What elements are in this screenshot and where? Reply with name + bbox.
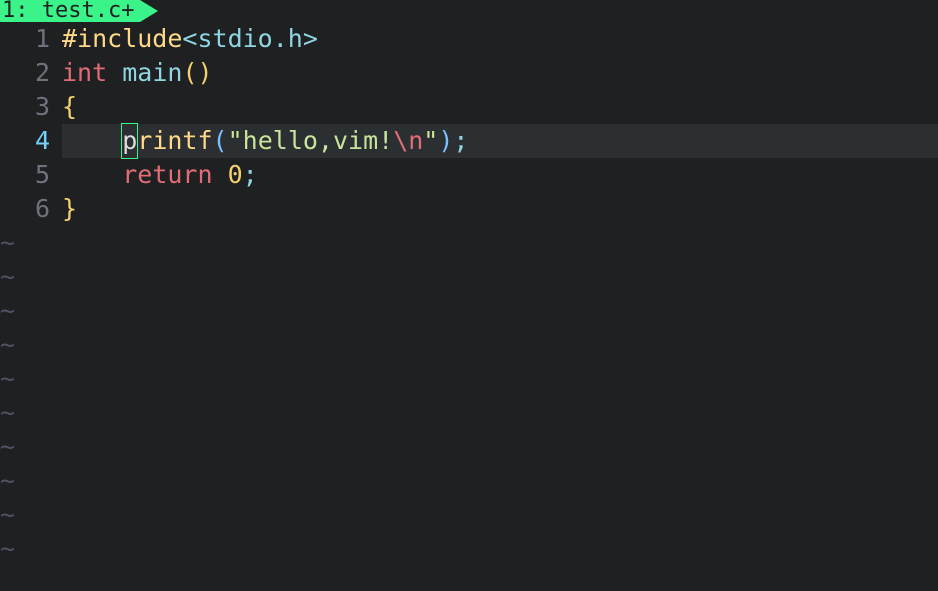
- code-line[interactable]: 3 {: [0, 90, 938, 124]
- empty-line: ~: [0, 396, 938, 430]
- line-number: 3: [0, 90, 62, 124]
- line-number: 1: [0, 22, 62, 56]
- string-quote: ": [228, 126, 243, 155]
- tab-active[interactable]: 1: test.c+: [0, 0, 140, 22]
- empty-line: ~: [0, 328, 938, 362]
- vim-editor[interactable]: 1: test.c+ 1 #include<stdio.h> 2 int mai…: [0, 0, 938, 591]
- code[interactable]: }: [62, 192, 938, 226]
- line-number: 6: [0, 192, 62, 226]
- tabline: 1: test.c+: [0, 0, 938, 22]
- semicolon: ;: [243, 160, 258, 189]
- string-quote: ": [423, 126, 438, 155]
- line-number: 2: [0, 56, 62, 90]
- keyword-int: int: [62, 58, 122, 87]
- string-body: hello,vim!: [243, 126, 394, 155]
- code[interactable]: return 0;: [62, 158, 938, 192]
- tilde-icon: ~: [0, 464, 50, 498]
- brace-close: }: [62, 194, 77, 223]
- paren-close: ): [438, 126, 453, 155]
- preprocessor: #include: [62, 24, 182, 53]
- code[interactable]: printf("hello,vim!\n");: [62, 124, 938, 158]
- tilde-icon: ~: [0, 328, 50, 362]
- tilde-icon: ~: [0, 396, 50, 430]
- line-number-current: 4: [0, 124, 62, 158]
- paren-open: (: [213, 126, 228, 155]
- include-header: <stdio.h>: [182, 24, 317, 53]
- func-main: main: [122, 58, 182, 87]
- empty-line: ~: [0, 362, 938, 396]
- code-line[interactable]: 6 }: [0, 192, 938, 226]
- empty-line: ~: [0, 430, 938, 464]
- tilde-icon: ~: [0, 430, 50, 464]
- tab-filename: test.c: [42, 0, 121, 23]
- brace-open: {: [62, 92, 77, 121]
- number-zero: 0: [228, 160, 243, 189]
- empty-line: ~: [0, 532, 938, 566]
- code-line[interactable]: 2 int main(): [0, 56, 938, 90]
- parens: (): [182, 58, 212, 87]
- tab-index: 1:: [2, 0, 29, 23]
- line-number: 5: [0, 158, 62, 192]
- empty-line: ~: [0, 294, 938, 328]
- empty-line: ~: [0, 498, 938, 532]
- keyword-return: return: [122, 160, 227, 189]
- code[interactable]: {: [62, 90, 938, 124]
- tilde-icon: ~: [0, 362, 50, 396]
- cursor: p: [121, 123, 138, 159]
- tilde-icon: ~: [0, 294, 50, 328]
- code-line[interactable]: 5 return 0;: [0, 158, 938, 192]
- indent: [62, 160, 122, 189]
- indent: [62, 126, 122, 155]
- tilde-icon: ~: [0, 532, 50, 566]
- code[interactable]: #include<stdio.h>: [62, 22, 938, 56]
- tab-modified-flag: +: [121, 0, 134, 23]
- code-line-current[interactable]: 4 printf("hello,vim!\n");: [0, 124, 938, 158]
- func-printf: rintf: [137, 126, 212, 155]
- semicolon: ;: [453, 126, 468, 155]
- escape-seq: \n: [393, 126, 423, 155]
- code[interactable]: int main(): [62, 56, 938, 90]
- empty-line: ~: [0, 464, 938, 498]
- empty-line: ~: [0, 260, 938, 294]
- tilde-icon: ~: [0, 226, 50, 260]
- code-line[interactable]: 1 #include<stdio.h>: [0, 22, 938, 56]
- empty-line: ~: [0, 226, 938, 260]
- tilde-icon: ~: [0, 498, 50, 532]
- tilde-icon: ~: [0, 260, 50, 294]
